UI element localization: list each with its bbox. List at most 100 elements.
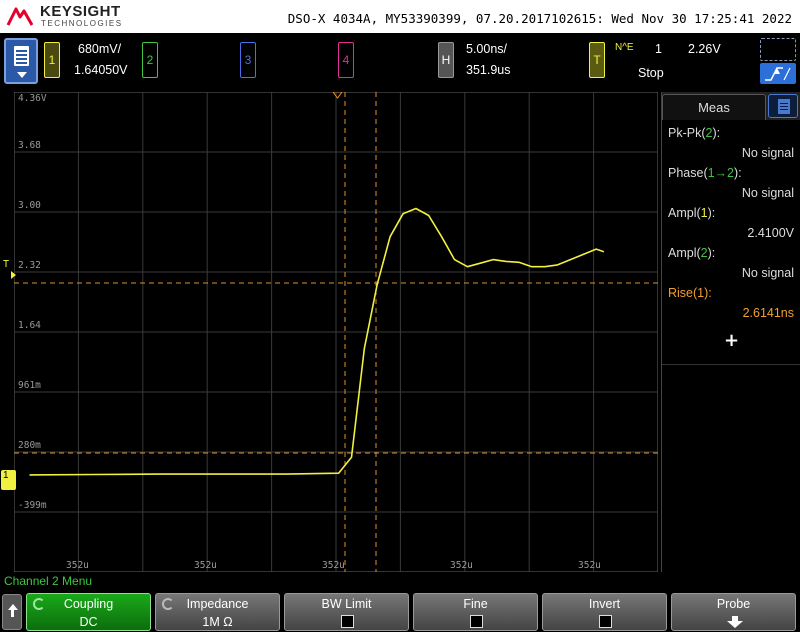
- measurement-value: 2.4100V: [747, 226, 794, 240]
- measurement-suffix: ):: [712, 126, 721, 140]
- measurement-name[interactable]: Ampl(1):: [668, 206, 715, 220]
- trigger-mode-button[interactable]: [760, 38, 796, 84]
- y-axis-label: 1.64: [18, 320, 41, 331]
- menu-icon: [14, 46, 29, 66]
- y-axis-label: 4.36V: [18, 93, 47, 104]
- measurement-name[interactable]: Pk-Pk(2):: [668, 126, 720, 140]
- measurement-suffix: ):: [707, 206, 716, 220]
- zoom-icon: [760, 38, 796, 61]
- measurement-function: Rise(: [668, 286, 698, 300]
- channel-1-offset: 1.64050V: [74, 63, 128, 77]
- probe-softkey[interactable]: Probe: [671, 593, 796, 631]
- submenu-arrow-icon: [727, 616, 743, 628]
- document-icon: [778, 99, 790, 114]
- measurements-header: Meas: [662, 92, 800, 120]
- impedance-value: 1M Ω: [202, 615, 233, 629]
- horizontal-timebase: 5.00ns/: [466, 42, 508, 56]
- y-axis-label: 3.00: [18, 200, 41, 211]
- trigger-level-arrow-icon: [11, 271, 16, 279]
- coupling-value: DC: [79, 615, 98, 629]
- x-axis-label: 352u: [322, 560, 345, 571]
- measurements-list-button[interactable]: [768, 94, 798, 118]
- measurements-tab[interactable]: Meas: [662, 94, 766, 120]
- y-axis-label: 3.68: [18, 140, 41, 151]
- up-arrow-stem: [11, 610, 14, 617]
- invert-softkey[interactable]: Invert: [542, 593, 667, 631]
- channel-3-number: 3: [244, 53, 252, 67]
- y-axis-label: 961m: [18, 380, 41, 391]
- x-axis-label: 352u: [194, 560, 217, 571]
- x-axis-label: 352u: [66, 560, 89, 571]
- measurement-name[interactable]: Phase(1→2):: [668, 166, 742, 180]
- back-button[interactable]: [2, 594, 22, 630]
- ground-marker-number: 1: [3, 470, 9, 481]
- trigger-edge-icon: N^E: [615, 42, 634, 53]
- channel-1-number: 1: [48, 53, 56, 67]
- channel-4-number: 4: [342, 53, 350, 67]
- rising-edge-icon: [760, 63, 796, 84]
- invert-label: Invert: [588, 597, 621, 611]
- measurement-name[interactable]: Rise(1):: [668, 286, 712, 300]
- channel-2-number: 2: [146, 53, 154, 67]
- measurement-name[interactable]: Ampl(2):: [668, 246, 715, 260]
- trigger-source: 1: [655, 42, 662, 56]
- measurement-suffix: ):: [707, 246, 716, 260]
- measurement-suffix: ):: [734, 166, 742, 180]
- channel-2-button[interactable]: 2: [142, 42, 158, 78]
- impedance-softkey[interactable]: Impedance 1M Ω: [155, 593, 280, 631]
- measurement-suffix: ):: [704, 286, 712, 300]
- add-measurement-button[interactable]: +: [662, 330, 800, 351]
- instrument-header: KEYSIGHT TECHNOLOGIES DSO-X 4034A, MY533…: [0, 0, 800, 33]
- dropdown-arrow-icon: [17, 72, 27, 78]
- trigger-level: 2.26V: [688, 42, 721, 56]
- channel-1-scale: 680mV/: [78, 42, 122, 56]
- trigger-button[interactable]: T: [589, 42, 605, 78]
- main-menu-button[interactable]: [4, 38, 38, 84]
- y-axis-label: 2.32: [18, 260, 41, 271]
- measurement-value: No signal: [741, 266, 794, 280]
- horizontal-button[interactable]: H: [438, 42, 454, 78]
- measurement-value: 2.6141ns: [742, 306, 794, 320]
- fine-softkey[interactable]: Fine: [413, 593, 538, 631]
- instrument-info: DSO-X 4034A, MY53390399, 07.20.201710261…: [287, 11, 792, 26]
- bw-limit-softkey[interactable]: BW Limit: [284, 593, 409, 631]
- measurements-panel: Meas Pk-Pk(2): No signal Phase(1→2): No sig…: [661, 92, 800, 572]
- y-axis-label: -399m: [18, 500, 47, 511]
- channel-status-bar: 1 680mV/ 1.64050V 2 3 4 H 5.00ns/ 351.9u…: [0, 33, 800, 88]
- channel-3-button[interactable]: 3: [240, 42, 256, 78]
- channel-4-button[interactable]: 4: [338, 42, 354, 78]
- measurement-function: Phase(: [668, 166, 708, 180]
- horizontal-label: H: [441, 53, 451, 67]
- x-axis-label: 352u: [578, 560, 601, 571]
- measurement-function: Ampl(: [668, 246, 701, 260]
- waveform-display[interactable]: [14, 92, 658, 572]
- measurement-function: Ampl(: [668, 206, 701, 220]
- bw-limit-checkbox[interactable]: [341, 615, 354, 628]
- x-axis-label: 352u: [450, 560, 473, 571]
- panel-divider: [662, 364, 800, 365]
- brand-name: KEYSIGHT: [40, 3, 121, 20]
- invert-checkbox[interactable]: [599, 615, 612, 628]
- trigger-label: T: [593, 53, 601, 67]
- measurement-channel: 1: [700, 206, 708, 220]
- coupling-softkey[interactable]: Coupling DC: [26, 593, 151, 631]
- channel-1-ground-marker[interactable]: 1: [1, 470, 16, 490]
- softkey-menu-title: Channel 2 Menu: [4, 574, 93, 588]
- y-axis-label: 280m: [18, 440, 41, 451]
- softkey-bar: Coupling DC Impedance 1M Ω BW Limit Fine…: [0, 590, 800, 632]
- horizontal-delay: 351.9us: [466, 63, 511, 77]
- brand-subtitle: TECHNOLOGIES: [41, 19, 123, 28]
- channel-1-button[interactable]: 1: [44, 42, 60, 78]
- coupling-label: Coupling: [63, 597, 114, 611]
- impedance-label: Impedance: [186, 597, 249, 611]
- measurement-function: Pk-Pk(: [668, 126, 706, 140]
- fine-label: Fine: [463, 597, 488, 611]
- bw-limit-label: BW Limit: [321, 597, 372, 611]
- measurement-channel: 1→2: [707, 166, 735, 180]
- keysight-logo-icon: [6, 7, 34, 26]
- acquisition-state: Stop: [638, 66, 664, 80]
- measurement-value: No signal: [741, 186, 794, 200]
- measurement-channel: 2: [700, 246, 708, 260]
- trigger-level-marker[interactable]: T: [3, 259, 9, 270]
- fine-checkbox[interactable]: [470, 615, 483, 628]
